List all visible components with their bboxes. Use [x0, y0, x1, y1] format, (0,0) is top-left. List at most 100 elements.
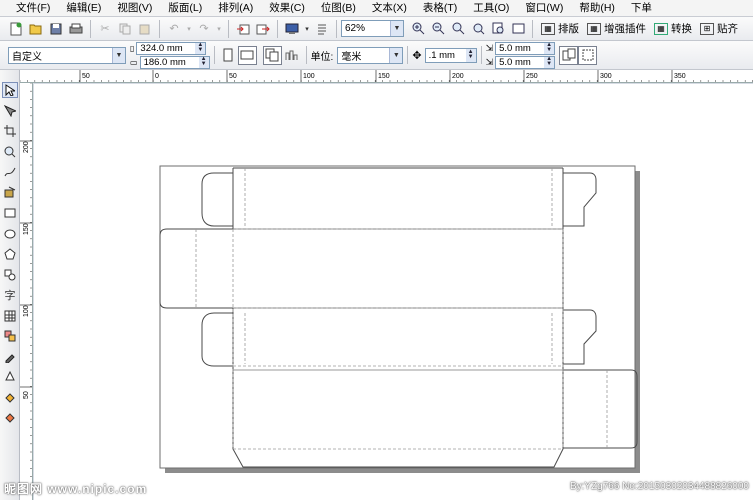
zoom-page-width-icon[interactable]	[509, 20, 527, 38]
save-icon[interactable]	[47, 20, 65, 38]
align-button[interactable]: ⊞ 贴齐	[696, 21, 742, 36]
menu-table[interactable]: 表格(T)	[415, 0, 465, 17]
duplicate-y-stepper[interactable]: ▲ ▼	[544, 56, 555, 68]
current-page-icon[interactable]	[283, 46, 301, 64]
zoom-tool-icon[interactable]	[2, 144, 18, 160]
page-size-preset-value: 自定义	[12, 51, 42, 63]
zoom-all-objects-icon[interactable]	[469, 20, 487, 38]
toolbar-separator	[90, 19, 91, 38]
chevron-down-icon: ▼	[112, 47, 125, 63]
layout-button-label: 排版	[558, 23, 579, 35]
menu-file[interactable]: 文件(F)	[8, 0, 58, 17]
table-tool-icon[interactable]	[2, 308, 18, 324]
nudge-distance-value: .1 mm	[428, 49, 455, 61]
zoom-selected-icon[interactable]	[449, 20, 467, 38]
menu-edit[interactable]: 编辑(E)	[58, 0, 109, 17]
print-icon[interactable]	[67, 20, 85, 38]
undo-icon[interactable]: ↶	[165, 20, 183, 38]
vertical-ruler[interactable]: 200 150 100 50	[20, 83, 33, 500]
zoom-page-icon[interactable]	[489, 20, 507, 38]
redo-icon[interactable]: ↷	[195, 20, 213, 38]
rectangle-tool-icon[interactable]	[2, 205, 18, 221]
landscape-orientation-button[interactable]	[237, 45, 257, 65]
page-width-field[interactable]: 324.0 mm ▲ ▼	[136, 41, 207, 55]
nudge-icon: ✥	[412, 49, 422, 62]
layout-button[interactable]: ▦ 排版	[537, 21, 583, 36]
convert-button[interactable]: ▦ 转换	[650, 21, 696, 36]
layout-grid-icon: ▦	[541, 22, 555, 35]
ruler-v-label: 50	[23, 391, 30, 399]
smart-fill-tool-icon[interactable]	[2, 184, 18, 200]
page-height-stepper[interactable]: ▲ ▼	[198, 56, 209, 68]
export-icon[interactable]	[254, 20, 272, 38]
page-height-field[interactable]: 186.0 mm ▲ ▼	[139, 55, 210, 69]
freehand-tool-icon[interactable]	[2, 164, 18, 180]
menu-help[interactable]: 帮助(H)	[571, 0, 623, 17]
drawing-canvas[interactable]	[34, 84, 753, 500]
menu-effects[interactable]: 效果(C)	[261, 0, 313, 17]
horizontal-ruler[interactable]: 50 0 50 100 150 200 250 300 350	[20, 70, 753, 83]
redo-dropdown-icon[interactable]: ▾	[215, 20, 223, 38]
toolbar-separator	[213, 46, 215, 64]
import-icon[interactable]	[234, 20, 252, 38]
zoom-out-icon[interactable]	[429, 20, 447, 38]
menu-view[interactable]: 视图(V)	[109, 0, 160, 17]
menu-window[interactable]: 窗口(W)	[517, 0, 571, 17]
outline-pen-tool-icon[interactable]	[2, 369, 18, 385]
page-width-stepper[interactable]: ▲ ▼	[195, 42, 206, 54]
ruler-h-label: 0	[155, 73, 159, 80]
crop-tool-icon[interactable]	[2, 123, 18, 139]
convert-button-label: 转换	[671, 23, 692, 35]
launcher-dropdown-icon[interactable]: ▾	[303, 20, 311, 38]
interactive-fill-tool-icon[interactable]	[2, 410, 18, 426]
basic-shapes-tool-icon[interactable]	[2, 267, 18, 283]
eyedropper-tool-icon[interactable]	[2, 349, 18, 365]
align-button-label: 贴齐	[717, 23, 738, 35]
ruler-h-label: 150	[378, 73, 390, 80]
new-document-icon[interactable]	[7, 20, 25, 38]
page-size-preset-select[interactable]: 自定义 ▼	[8, 46, 126, 64]
portrait-orientation-button[interactable]	[219, 46, 238, 65]
toolbar-separator	[336, 19, 337, 38]
cut-icon[interactable]: ✂	[96, 20, 114, 38]
toolbar-separator	[305, 46, 307, 64]
ruler-h-label: 350	[674, 73, 686, 80]
menu-bitmaps[interactable]: 位图(B)	[313, 0, 364, 17]
zoom-in-icon[interactable]	[409, 20, 427, 38]
menu-arrange[interactable]: 排列(A)	[210, 0, 261, 17]
ruler-h-label: 100	[303, 73, 315, 80]
page-width-icon: ▯	[130, 43, 135, 53]
standard-toolbar: ✂ ↶ ▾ ↷ ▾ ▾ 62% ▼ ▦ 排版 ▦ 增强插件 ▦ 转换 ⊞ 贴齐	[0, 17, 753, 41]
watermark-left: 昵图网 www.nipic.com	[4, 482, 148, 496]
welcome-screen-icon[interactable]	[313, 20, 331, 38]
nudge-distance-stepper[interactable]: ▲ ▼	[465, 48, 476, 62]
ellipse-tool-icon[interactable]	[2, 226, 18, 242]
copy-icon[interactable]	[116, 20, 134, 38]
polygon-tool-icon[interactable]	[2, 246, 18, 262]
all-pages-button[interactable]	[262, 45, 282, 65]
enhance-plugin-button[interactable]: ▦ 增强插件	[583, 21, 650, 36]
menu-text[interactable]: 文本(X)	[364, 0, 415, 17]
open-folder-icon[interactable]	[27, 20, 45, 38]
pick-tool-icon[interactable]	[2, 82, 18, 98]
menu-order[interactable]: 下单	[623, 0, 660, 17]
paste-icon[interactable]	[136, 20, 154, 38]
zoom-level-select[interactable]: 62% ▼	[341, 20, 404, 37]
shape-tool-icon[interactable]	[2, 103, 18, 119]
fill-tool-icon[interactable]	[2, 390, 18, 406]
text-tool-icon[interactable]: 字	[2, 287, 18, 303]
duplicate-y-icon: ⇲	[485, 56, 494, 67]
duplicate-x-stepper[interactable]: ▲ ▼	[544, 42, 555, 54]
snap-to-objects-button[interactable]	[578, 45, 598, 65]
menu-layout[interactable]: 版面(L)	[160, 0, 210, 17]
convert-icon: ▦	[654, 22, 668, 35]
duplicate-distance-x-field[interactable]: 5.0 mm ▲ ▼	[495, 41, 556, 55]
duplicate-distance-y-field[interactable]: 5.0 mm ▲ ▼	[495, 55, 556, 69]
application-launcher-icon[interactable]	[283, 20, 301, 38]
interactive-blend-tool-icon[interactable]	[2, 328, 18, 344]
nudge-distance-field[interactable]: .1 mm ▲ ▼	[424, 47, 477, 63]
menu-tools[interactable]: 工具(O)	[465, 0, 517, 17]
units-select[interactable]: 毫米 ▼	[337, 46, 404, 64]
treat-as-filled-button[interactable]	[559, 45, 579, 65]
undo-dropdown-icon[interactable]: ▾	[185, 20, 193, 38]
